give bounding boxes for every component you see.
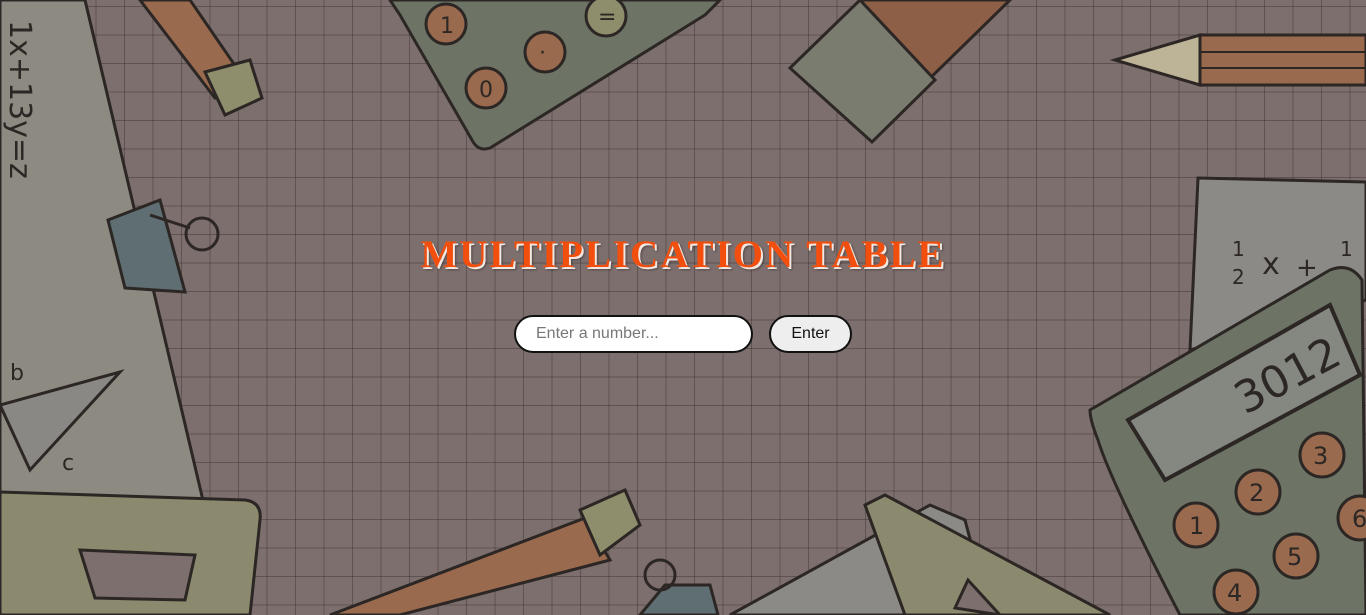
set-square-bottom-illustration bbox=[863, 493, 1111, 615]
calc-key-2: 2 bbox=[1249, 479, 1264, 507]
binder-clip-bottom-illustration bbox=[638, 558, 720, 615]
eraser-illustration bbox=[787, 0, 1013, 145]
page-title: MULTIPLICATION TABLE bbox=[420, 233, 946, 276]
calc-key-3: 3 bbox=[1313, 442, 1328, 470]
calculator-top-illustration: 1 · 0 = bbox=[388, 0, 723, 151]
ruler-notes-text: 1x+13y=z bbox=[2, 20, 37, 179]
calc-top-key-dot: · bbox=[539, 41, 546, 66]
calc-top-key-0: 0 bbox=[479, 78, 493, 103]
number-input[interactable] bbox=[514, 315, 753, 353]
triangle-label-b: b bbox=[10, 361, 24, 386]
calc-top-key-equals: = bbox=[598, 5, 616, 30]
pencil-top-left-illustration bbox=[138, 0, 264, 117]
enter-button[interactable]: Enter bbox=[769, 315, 852, 353]
calc-key-5: 5 bbox=[1287, 543, 1302, 571]
calc-key-4: 4 bbox=[1227, 579, 1242, 607]
calc-key-6: 6 bbox=[1352, 505, 1366, 533]
stationery-background-illustration: 1x+13y=z b c 1 · 0 = 1 2 x + 1 3012 3 2 … bbox=[0, 0, 1366, 615]
pencil-bottom-illustration bbox=[329, 488, 642, 615]
set-square-left-illustration bbox=[0, 490, 262, 615]
calc-key-1: 1 bbox=[1189, 512, 1204, 540]
triangle-label-c: c bbox=[62, 451, 74, 476]
pencil-top-right-illustration bbox=[1109, 32, 1366, 88]
calc-top-key-1: 1 bbox=[440, 14, 454, 39]
